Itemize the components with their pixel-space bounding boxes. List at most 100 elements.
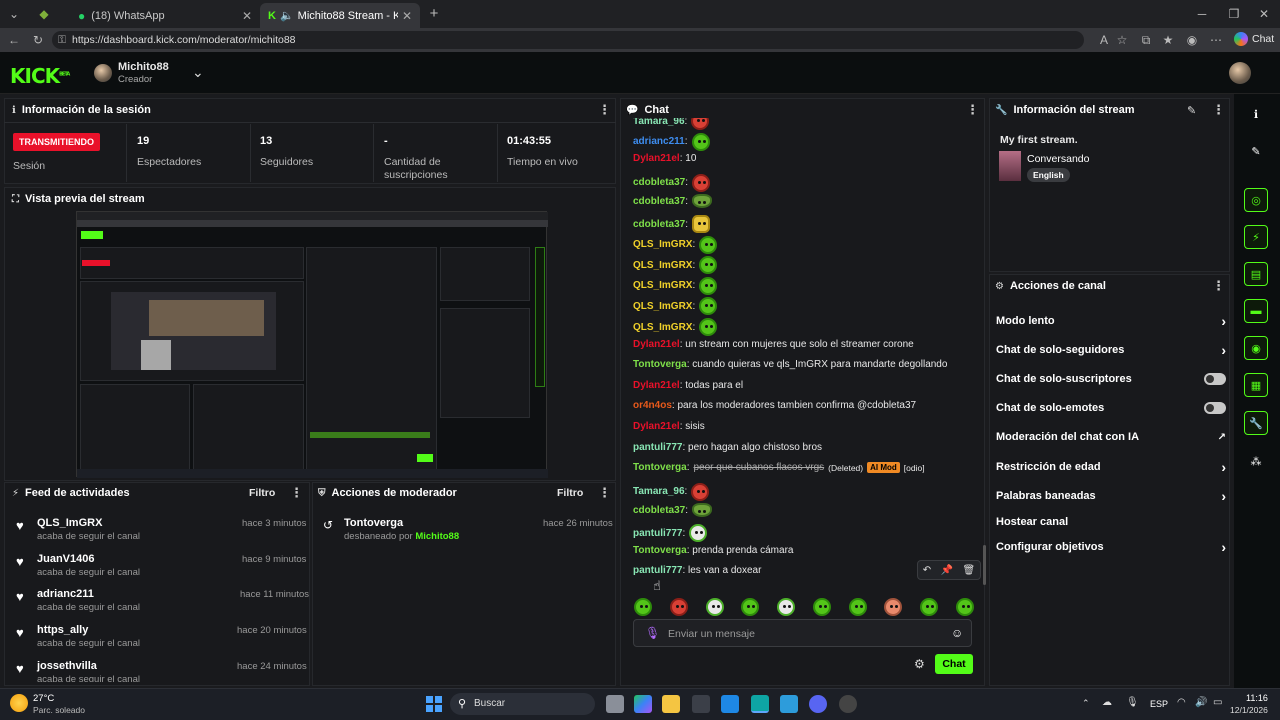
- chat-emote[interactable]: [692, 173, 711, 192]
- microphone-icon[interactable]: 🎙: [645, 626, 660, 640]
- feed-user[interactable]: JuanV1406: [37, 553, 94, 565]
- chat-message[interactable]: cdobleta37:: [633, 503, 713, 518]
- chat-username[interactable]: pantuli777: [633, 565, 682, 576]
- emote-button[interactable]: [669, 598, 688, 616]
- close-icon[interactable]: ✕: [242, 9, 252, 23]
- emote-button[interactable]: [634, 598, 652, 616]
- tab-kick-dashboard[interactable]: K 🔈 Michito88 Stream - Kick Dash ✕: [260, 3, 420, 28]
- more-options-icon[interactable]: ⋮: [1212, 278, 1225, 294]
- more-icon[interactable]: ⋯: [1208, 32, 1224, 48]
- chat-scrollbar[interactable]: [983, 545, 986, 585]
- info-icon[interactable]: ℹ: [1244, 102, 1268, 126]
- chat-username[interactable]: Dylan21el: [633, 380, 680, 391]
- edge-icon[interactable]: [751, 695, 769, 713]
- chat-message[interactable]: or4n4os: para los moderadores tambien co…: [633, 400, 916, 411]
- chat-message[interactable]: cdobleta37:: [633, 173, 711, 192]
- emote-button[interactable]: [955, 598, 974, 616]
- weather-sun-icon[interactable]: [10, 694, 28, 712]
- chat-username[interactable]: cdobleta37: [633, 505, 685, 516]
- chat-emote[interactable]: [699, 235, 718, 254]
- tab-list-icon[interactable]: ⌄: [6, 6, 22, 22]
- favorites-icon[interactable]: ★: [1160, 32, 1176, 48]
- more-options-icon[interactable]: ⋮: [598, 485, 611, 501]
- chat-message[interactable]: QLS_ImGRX:: [633, 297, 718, 316]
- action-ai-moderation[interactable]: Moderación del chat con IA ↗: [996, 431, 1226, 443]
- taskbar-search[interactable]: ⚲ Buscar: [450, 693, 595, 715]
- chat-emote[interactable]: [699, 276, 718, 295]
- chat-username[interactable]: QLS_ImGRX: [633, 239, 692, 250]
- copilot-button[interactable]: Chat: [1234, 32, 1274, 46]
- file-explorer-icon[interactable]: [662, 695, 680, 713]
- wifi-icon[interactable]: ◠: [1177, 697, 1186, 708]
- camera-focus-icon[interactable]: ◎: [1244, 188, 1268, 212]
- reload-icon[interactable]: ↻: [30, 32, 46, 48]
- extensions-icon[interactable]: ⧉: [1138, 32, 1154, 48]
- chat-username[interactable]: Dylan21el: [633, 339, 680, 350]
- pin-icon[interactable]: 📌: [941, 565, 953, 576]
- maximize-icon[interactable]: ❐: [1226, 6, 1242, 22]
- chat-username[interactable]: pantuli777: [633, 528, 682, 539]
- action-goals[interactable]: Configurar objetivos ›: [996, 539, 1226, 555]
- action-followers-only[interactable]: Chat de solo-seguidores ›: [996, 342, 1226, 358]
- stream-preview-video[interactable]: [76, 211, 548, 478]
- feed-user[interactable]: QLS_ImGRX: [37, 517, 102, 529]
- more-options-icon[interactable]: ⋮: [1212, 102, 1225, 118]
- feed-user[interactable]: jossethvilla: [37, 660, 97, 672]
- emote-button[interactable]: [812, 598, 831, 616]
- action-host-channel[interactable]: Hostear canal: [996, 516, 1226, 528]
- chat-username[interactable]: Tontoverga: [633, 545, 687, 556]
- channel-switch-chevron-icon[interactable]: ⌄: [192, 64, 204, 81]
- emote-button[interactable]: [777, 598, 796, 616]
- site-info-icon[interactable]: ⚿: [58, 31, 66, 49]
- chat-emote[interactable]: [699, 318, 718, 336]
- emote-button[interactable]: [920, 598, 939, 616]
- chat-username[interactable]: QLS_ImGRX: [633, 260, 692, 271]
- emote-button[interactable]: [741, 598, 760, 616]
- user-avatar[interactable]: [1229, 62, 1251, 84]
- emote-button[interactable]: [705, 598, 724, 616]
- lightning-icon[interactable]: ⚡: [1244, 225, 1268, 249]
- chat-emote[interactable]: [692, 194, 713, 209]
- chat-emote[interactable]: [691, 132, 710, 151]
- chat-username[interactable]: or4n4os: [633, 400, 672, 411]
- more-options-icon[interactable]: ⋮: [966, 102, 979, 118]
- mail-icon[interactable]: [721, 695, 739, 713]
- battery-icon[interactable]: ▭: [1213, 697, 1222, 708]
- emotes-only-toggle[interactable]: [1204, 402, 1226, 414]
- feed-filter-button[interactable]: Filtro: [249, 487, 275, 499]
- new-tab-icon[interactable]: +: [426, 6, 442, 22]
- send-chat-button[interactable]: Chat: [935, 654, 973, 674]
- chat-username[interactable]: cdobleta37: [633, 177, 685, 188]
- chat-emote[interactable]: [699, 297, 718, 316]
- more-options-icon[interactable]: ⋮: [598, 102, 611, 118]
- subs-only-toggle[interactable]: [1204, 373, 1226, 385]
- emote-button[interactable]: [848, 598, 867, 616]
- speaker-icon[interactable]: 🔈: [280, 9, 294, 22]
- chat-emote[interactable]: [689, 524, 708, 542]
- chat-message[interactable]: pantuli777: pero hagan algo chistoso bro…: [633, 442, 822, 453]
- chat-message[interactable]: cdobleta37:: [633, 215, 711, 233]
- reply-icon[interactable]: ↶: [923, 565, 931, 576]
- action-slow-mode[interactable]: Modo lento ›: [996, 313, 1226, 329]
- task-view-icon[interactable]: [606, 695, 624, 713]
- chat-username[interactable]: Tamara_96: [633, 486, 685, 497]
- chat-username[interactable]: QLS_ImGRX: [633, 280, 692, 291]
- copilot-app-icon[interactable]: [634, 695, 652, 713]
- chat-emote[interactable]: [699, 256, 718, 275]
- mod-action-by[interactable]: Michito88: [415, 531, 459, 542]
- kick-logo[interactable]: KICKBETA: [10, 64, 70, 88]
- back-icon[interactable]: ←: [6, 32, 22, 48]
- clock-time[interactable]: 11:16: [1246, 693, 1268, 703]
- profile-icon[interactable]: ◉: [1184, 32, 1200, 48]
- chat-message[interactable]: Dylan21el: todas para el: [633, 380, 743, 391]
- chat-message[interactable]: cdobleta37:: [633, 194, 713, 209]
- mod-filter-button[interactable]: Filtro: [557, 487, 583, 499]
- feed-user[interactable]: https_ally: [37, 624, 88, 636]
- store-icon[interactable]: [692, 695, 710, 713]
- chat-message[interactable]: Tamara_96:: [633, 482, 710, 501]
- close-window-icon[interactable]: ✕: [1256, 6, 1272, 22]
- cloud-icon[interactable]: ☁: [1102, 697, 1112, 708]
- emote-button[interactable]: [884, 598, 903, 616]
- chat-username[interactable]: Tontoverga: [633, 359, 687, 370]
- favorite-icon[interactable]: ☆: [1114, 32, 1130, 48]
